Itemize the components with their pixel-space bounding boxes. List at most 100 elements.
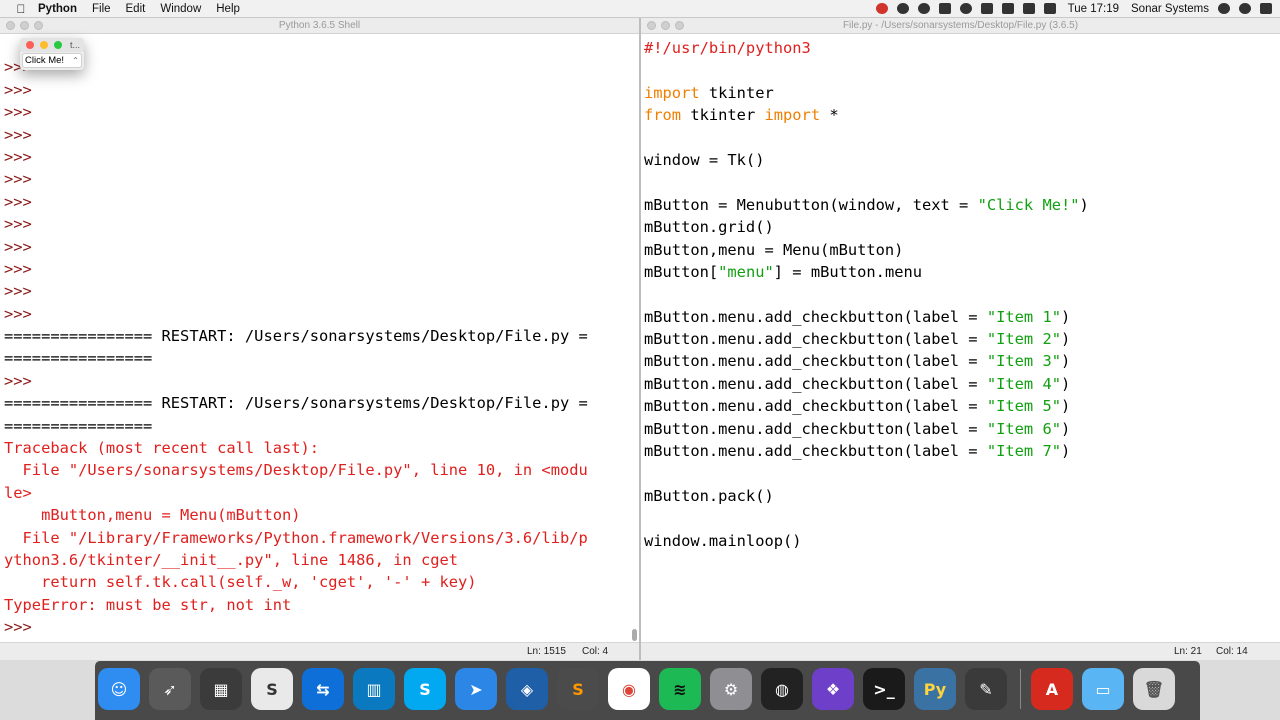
code-token: ) bbox=[1079, 195, 1089, 214]
apple-menu-icon[interactable]:  bbox=[14, 2, 28, 16]
github-desktop-icon[interactable]: ❖ bbox=[812, 668, 854, 710]
shell-line: ================ bbox=[4, 349, 153, 368]
editor-status-bar: Ln: 21 Col: 14 bbox=[641, 642, 1280, 660]
code-token: "Item 5" bbox=[986, 397, 1061, 416]
zoom-window-icon[interactable] bbox=[54, 41, 62, 49]
code-token: import bbox=[764, 106, 821, 125]
menubar-user[interactable]: Sonar Systems bbox=[1131, 3, 1209, 15]
shell-column-number: Col: 4 bbox=[582, 646, 609, 657]
editor-line-number: Ln: 21 bbox=[1174, 646, 1202, 657]
time-machine-icon[interactable] bbox=[959, 3, 972, 14]
code-token: mButton[ bbox=[644, 262, 719, 281]
system-preferences-icon[interactable]: ⚙ bbox=[710, 668, 752, 710]
code-token: ) bbox=[1060, 397, 1071, 416]
menu-edit[interactable]: Edit bbox=[126, 3, 146, 15]
python-shell-window: Python 3.6.5 Shell >>> >>> >>> >>> >>> >>> >>>… bbox=[0, 18, 639, 660]
shell-line: >>> bbox=[4, 215, 32, 234]
teamviewer-icon[interactable]: ⇆ bbox=[302, 668, 344, 710]
eject-icon[interactable] bbox=[1022, 3, 1035, 14]
code-line: mButton.menu.add_checkbutton(label = "It… bbox=[644, 395, 1280, 417]
skype-icon[interactable]: S bbox=[404, 668, 446, 710]
sourcetree-icon[interactable]: ◈ bbox=[506, 668, 548, 710]
minimize-window-icon[interactable] bbox=[40, 41, 48, 49]
shell-output[interactable]: >>> >>> >>> >>> >>> >>> >>> >>> >>> >>> >>> >>> ====… bbox=[4, 34, 639, 639]
shell-line: ================ bbox=[4, 416, 153, 435]
code-token: ) bbox=[1060, 442, 1071, 461]
code-token: ) bbox=[1060, 352, 1071, 371]
chrome-icon[interactable]: ◉ bbox=[608, 668, 650, 710]
trello-icon[interactable]: ▥ bbox=[353, 668, 395, 710]
finder-icon[interactable]: ☺ bbox=[98, 668, 140, 710]
zoom-window-icon[interactable] bbox=[675, 21, 684, 30]
folder-icon[interactable]: ▭ bbox=[1082, 668, 1124, 710]
cloud-icon[interactable] bbox=[938, 3, 951, 14]
menu-bar:  Python File Edit Window Help Tue 17:19… bbox=[0, 0, 1280, 18]
menubutton-label: Click Me! bbox=[25, 55, 65, 66]
launchpad-icon[interactable]: ➶ bbox=[149, 668, 191, 710]
menu-file[interactable]: File bbox=[92, 3, 111, 15]
python-icon[interactable]: Py bbox=[914, 668, 956, 710]
battery-icon[interactable] bbox=[1043, 3, 1056, 14]
code-token: mButton.menu.add_checkbutton(label = bbox=[644, 352, 987, 371]
menubar-clock[interactable]: Tue 17:19 bbox=[1068, 3, 1119, 15]
record-status-icon[interactable] bbox=[875, 3, 888, 14]
udemy-watermark: Udemy bbox=[1232, 693, 1272, 706]
code-token: "Click Me!" bbox=[977, 195, 1080, 214]
terminal-icon[interactable]: >_ bbox=[863, 668, 905, 710]
tkinter-title-bar[interactable]: t... bbox=[20, 38, 84, 52]
menu-window[interactable]: Window bbox=[160, 3, 201, 15]
shell-line: >>> bbox=[4, 371, 32, 390]
acrobat-icon[interactable]: A bbox=[1031, 668, 1073, 710]
shell-scrollbar[interactable] bbox=[632, 629, 637, 641]
minimize-window-icon[interactable] bbox=[661, 21, 670, 30]
close-window-icon[interactable] bbox=[26, 41, 34, 49]
shell-line: >>> bbox=[4, 80, 32, 99]
sublime-text-icon[interactable]: S bbox=[557, 668, 599, 710]
code-token: * bbox=[820, 106, 839, 125]
code-token: tkinter bbox=[699, 83, 774, 102]
shell-line: >>> bbox=[4, 170, 32, 189]
minimize-window-icon[interactable] bbox=[20, 21, 29, 30]
shell-window-title: Python 3.6.5 Shell bbox=[278, 20, 361, 31]
spark-icon[interactable]: ➤ bbox=[455, 668, 497, 710]
code-token: "Item 2" bbox=[986, 330, 1061, 349]
code-line: mButton.grid() bbox=[644, 216, 1280, 238]
xcode-icon[interactable]: ✎ bbox=[965, 668, 1007, 710]
menu-help[interactable]: Help bbox=[216, 3, 240, 15]
code-line: window.mainloop() bbox=[644, 530, 1280, 552]
screenflow-icon[interactable]: ▦ bbox=[200, 668, 242, 710]
close-window-icon[interactable] bbox=[647, 21, 656, 30]
sublime-s-icon[interactable]: S bbox=[251, 668, 293, 710]
click-me-menubutton[interactable]: Click Me! ⌃ bbox=[22, 53, 82, 68]
code-token: "menu" bbox=[718, 262, 774, 281]
bluetooth-icon[interactable] bbox=[980, 3, 993, 14]
shell-title-bar[interactable]: Python 3.6.5 Shell bbox=[0, 18, 639, 34]
trash-icon[interactable]: 🗑 bbox=[1133, 668, 1175, 710]
shell-line: >>> bbox=[4, 58, 32, 77]
tkinter-app-window: t... Click Me! ⌃ bbox=[20, 38, 84, 70]
code-token: mButton.menu.add_checkbutton(label = bbox=[644, 330, 987, 349]
code-token: mButton.menu.add_checkbutton(label = bbox=[644, 374, 987, 393]
zoom-window-icon[interactable] bbox=[34, 21, 43, 30]
menu-app-python[interactable]: Python bbox=[38, 3, 77, 15]
code-editor[interactable]: #!/usr/bin/python3 import tkinter from tki… bbox=[644, 37, 1280, 552]
close-window-icon[interactable] bbox=[6, 21, 15, 30]
obs-icon[interactable]: ◍ bbox=[761, 668, 803, 710]
code-token: mButton.grid() bbox=[644, 218, 774, 237]
code-token: window = Tk() bbox=[644, 150, 765, 169]
status-app2-icon[interactable] bbox=[917, 3, 930, 14]
notification-center-icon[interactable] bbox=[1260, 3, 1272, 14]
wifi-icon[interactable] bbox=[1001, 3, 1014, 14]
spotlight-search-icon[interactable] bbox=[1218, 3, 1230, 14]
code-token: ) bbox=[1060, 330, 1071, 349]
shell-line: >>> bbox=[4, 618, 32, 637]
editor-window-title: File.py - /Users/sonarsystems/Desktop/Fi… bbox=[842, 20, 1079, 31]
status-app-icon[interactable] bbox=[896, 3, 909, 14]
siri-icon[interactable] bbox=[1239, 3, 1251, 14]
spotify-icon[interactable]: ≋ bbox=[659, 668, 701, 710]
editor-title-bar[interactable]: File.py - /Users/sonarsystems/Desktop/Fi… bbox=[641, 18, 1280, 34]
